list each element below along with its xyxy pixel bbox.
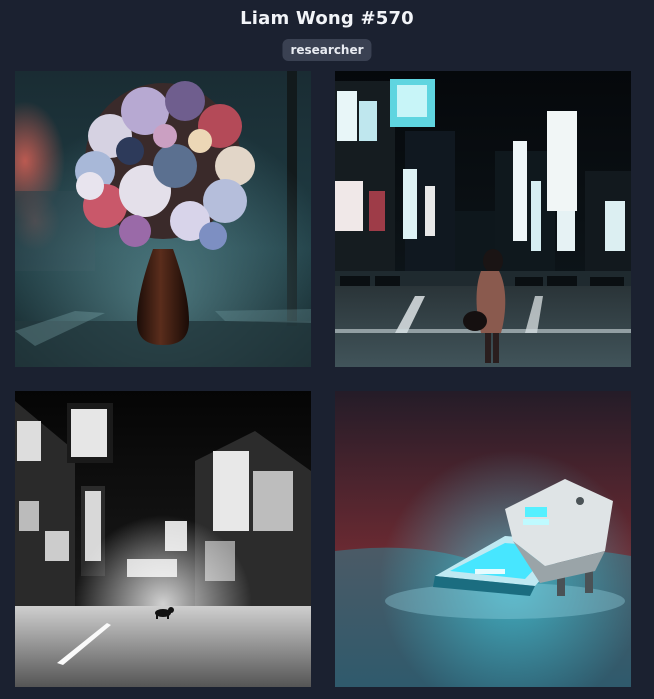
gallery-image-4[interactable] [335,391,631,687]
gallery-image-3[interactable] [15,391,311,687]
neon-city-image [335,71,631,367]
hovercraft-desert-image [335,391,631,687]
monochrome-street-image [15,391,311,687]
flower-vase-image [15,71,311,367]
role-badge[interactable]: researcher [282,39,372,61]
gallery-image-2[interactable] [335,71,631,367]
gallery-image-1[interactable] [15,71,311,367]
page-title: Liam Wong #570 [240,8,414,29]
